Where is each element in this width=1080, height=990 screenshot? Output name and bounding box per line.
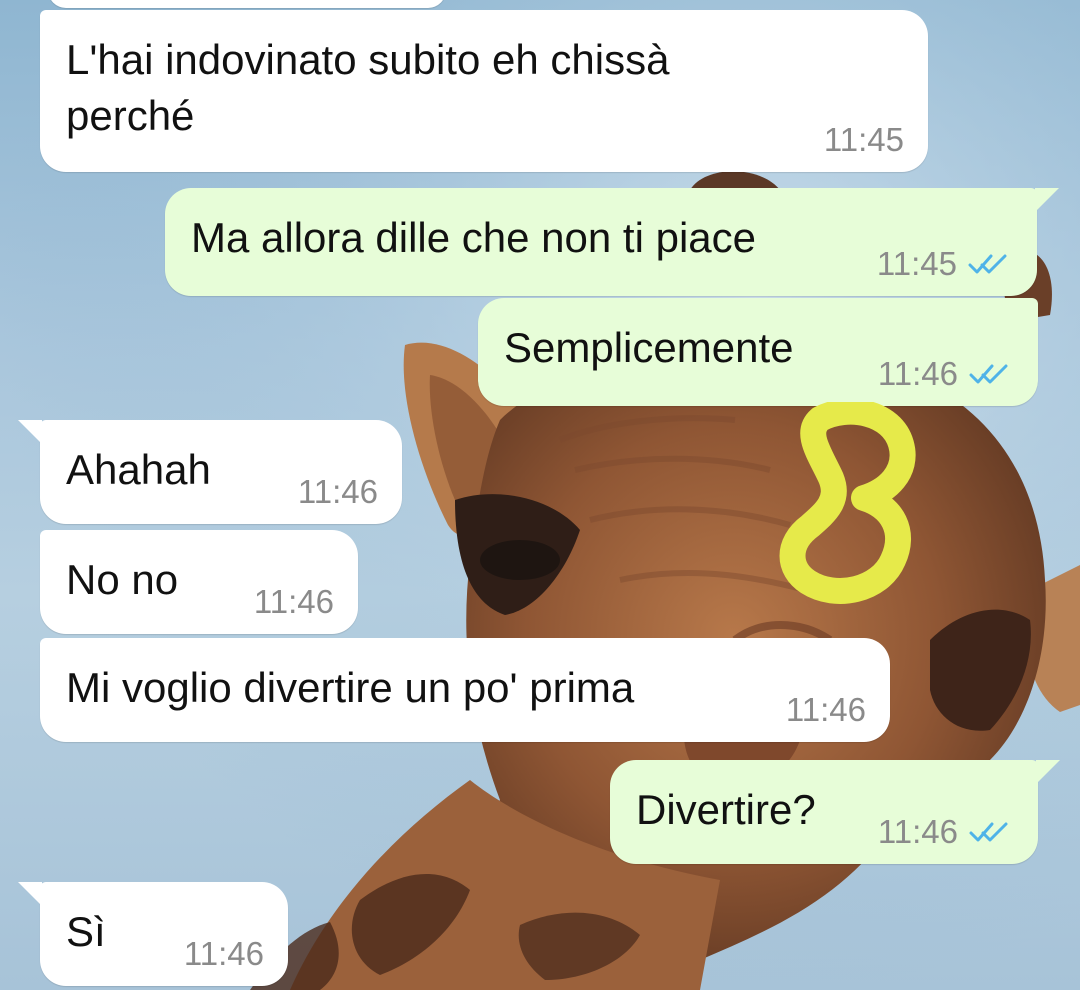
message-text: No no bbox=[66, 556, 179, 603]
message-text: Semplicemente bbox=[504, 324, 794, 371]
yellow-doodle-mark bbox=[779, 402, 916, 604]
message-text: Divertire? bbox=[636, 786, 816, 833]
message-time: 11:46 bbox=[297, 473, 378, 510]
message-time: 11:46 bbox=[785, 691, 866, 728]
message-time: 11:45 bbox=[876, 245, 957, 282]
message-time: 11:46 bbox=[877, 813, 958, 850]
message-bubble[interactable]: Sì 11:46 bbox=[18, 882, 288, 986]
message-text: Ma allora dille che non ti piace bbox=[191, 214, 756, 261]
message-text: Ahahah bbox=[66, 446, 211, 493]
message-bubble[interactable]: Ahahah 11:46 bbox=[18, 420, 402, 524]
message-text: Mi voglio divertire un po' prima bbox=[66, 664, 635, 711]
bubble-tail bbox=[18, 882, 42, 906]
message-bubble-partial[interactable] bbox=[48, 0, 446, 8]
message-meta: 11:46 bbox=[184, 936, 264, 972]
double-check-icon bbox=[969, 364, 1008, 384]
message-bubble[interactable]: Semplicemente 11:46 bbox=[478, 298, 1038, 406]
message-text: Sì bbox=[66, 908, 106, 955]
bubble-tail bbox=[18, 420, 42, 444]
message-bubble[interactable]: Ma allora dille che non ti piace 11:45 bbox=[165, 188, 1059, 296]
message-bubble[interactable]: No no 11:46 bbox=[40, 530, 358, 634]
message-bubble[interactable]: Divertire? 11:46 bbox=[610, 760, 1060, 864]
message-meta: 11:45 bbox=[824, 122, 904, 158]
message-meta: 11:46 bbox=[298, 474, 378, 510]
message-meta: 11:46 bbox=[878, 356, 1014, 392]
message-bubble[interactable]: L'hai indovinato subito eh chissà perché… bbox=[40, 10, 928, 172]
message-time: 11:46 bbox=[183, 935, 264, 972]
message-meta: 11:46 bbox=[786, 692, 866, 728]
double-check-icon bbox=[968, 254, 1007, 274]
double-check-icon bbox=[969, 822, 1008, 842]
message-meta: 11:46 bbox=[878, 814, 1014, 850]
bubble-tail bbox=[1035, 188, 1059, 212]
message-text: L'hai indovinato subito eh chissà perché bbox=[66, 36, 670, 139]
message-time: 11:46 bbox=[253, 583, 334, 620]
bubble-tail bbox=[1036, 760, 1060, 784]
message-meta: 11:45 bbox=[877, 246, 1013, 282]
message-time: 11:45 bbox=[823, 121, 904, 158]
message-time: 11:46 bbox=[877, 355, 958, 392]
message-meta: 11:46 bbox=[254, 584, 334, 620]
message-bubble[interactable]: Mi voglio divertire un po' prima 11:46 bbox=[40, 638, 890, 742]
